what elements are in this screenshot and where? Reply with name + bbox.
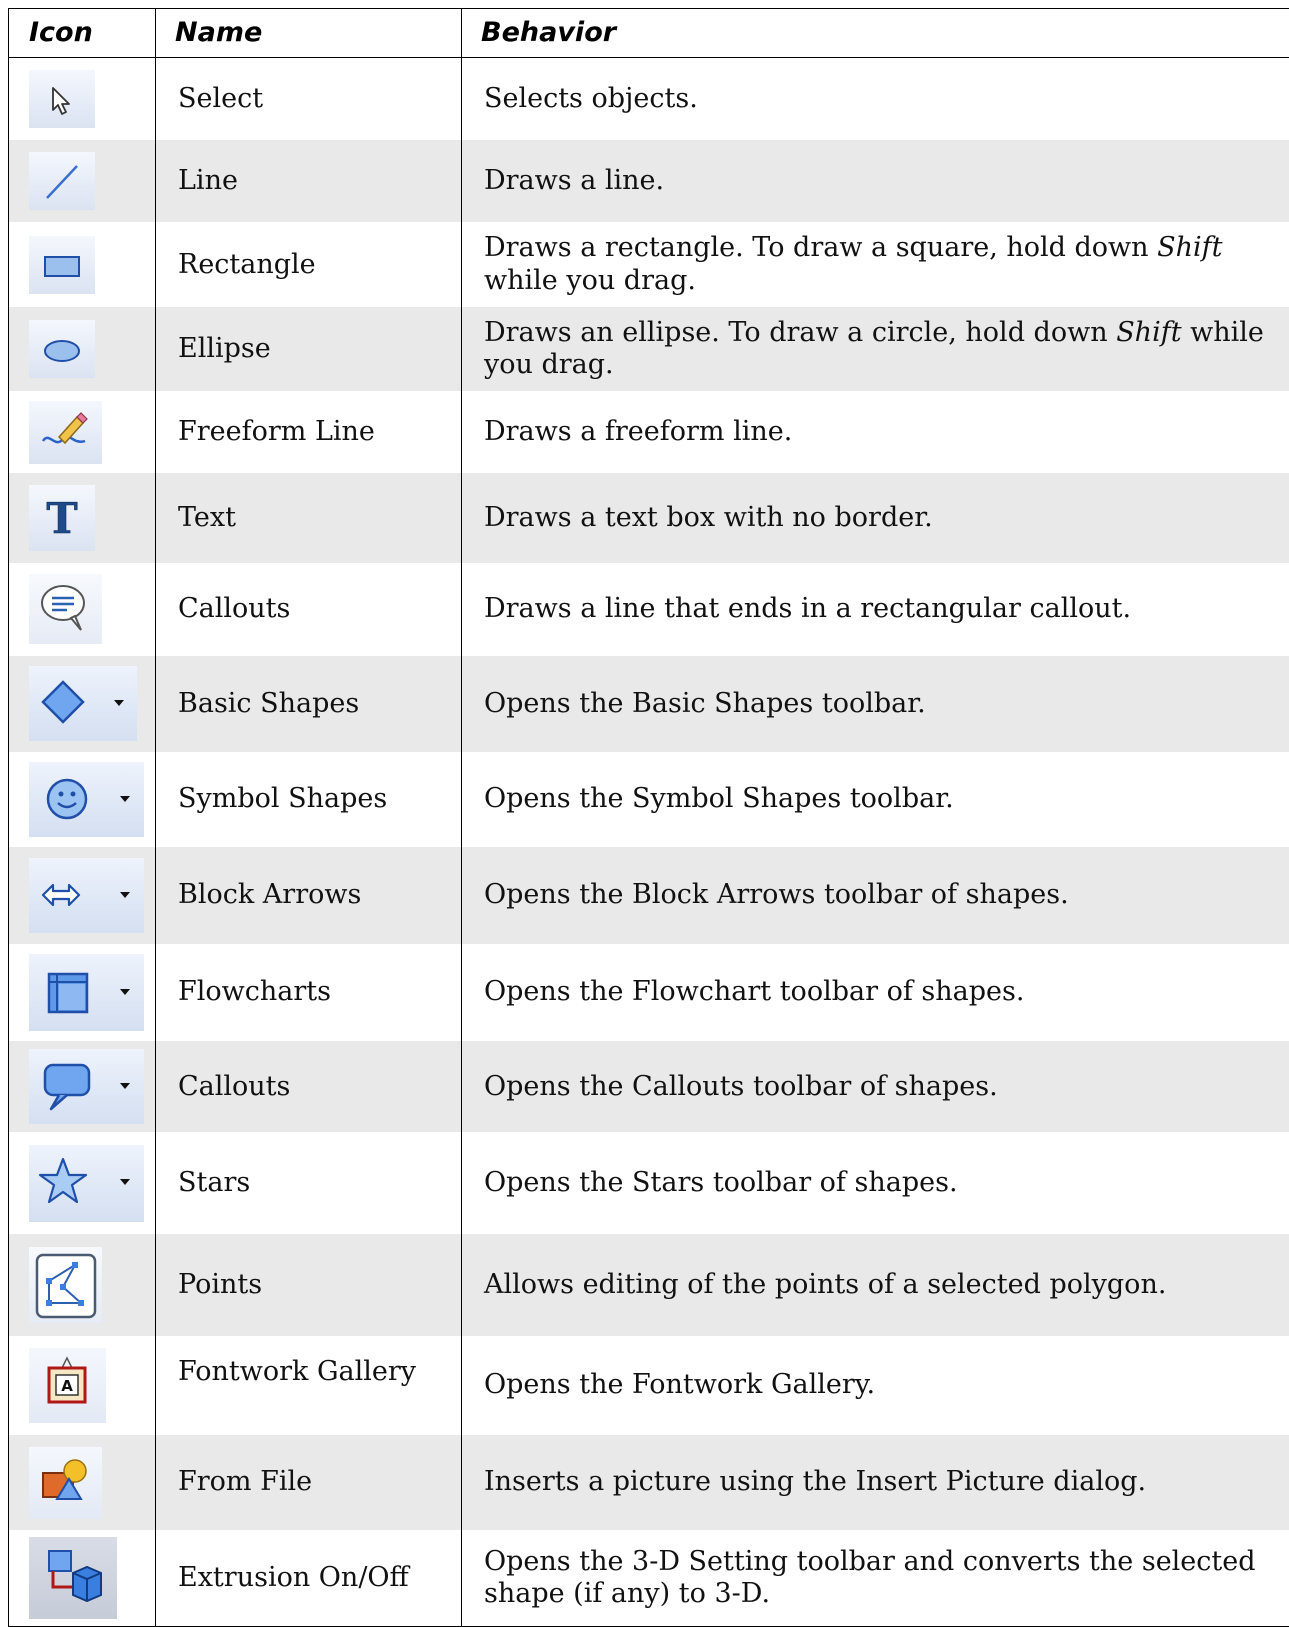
row-behavior: Draws an ellipse. To draw a circle, hold… xyxy=(461,307,1289,392)
row-name: From File xyxy=(155,1435,462,1530)
row-behavior: Inserts a picture using the Insert Pictu… xyxy=(461,1435,1289,1530)
row-name: Symbol Shapes xyxy=(155,751,462,847)
header-behavior: Behavior xyxy=(461,8,1289,58)
row-behavior: Opens the Basic Shapes toolbar. xyxy=(461,656,1289,752)
table-row: Select Selects objects. xyxy=(8,57,1289,141)
table-row: Extrusion On/Off Opens the 3-D Setting t… xyxy=(8,1529,1289,1627)
table-row: Freeform Line Draws a freeform line. xyxy=(8,391,1289,474)
table-row: Points Allows editing of the points of a… xyxy=(8,1234,1289,1336)
row-name: Points xyxy=(155,1234,462,1336)
symbol-shapes-smiley-icon xyxy=(29,761,144,837)
row-behavior: Draws a line that ends in a rectangular … xyxy=(461,562,1289,657)
table-row: Basic Shapes Opens the Basic Shapes tool… xyxy=(8,656,1289,752)
shift-key-text: Shift xyxy=(1157,232,1223,264)
row-behavior: Selects objects. xyxy=(461,57,1289,141)
row-behavior: Opens the Stars toolbar of shapes. xyxy=(461,1132,1289,1235)
table-row: Callouts Opens the Callouts toolbar of s… xyxy=(8,1041,1289,1133)
table-row: Stars Opens the Stars toolbar of shapes. xyxy=(8,1132,1289,1235)
table-row: Flowcharts Opens the Flowchart toolbar o… xyxy=(8,943,1289,1042)
row-name: Flowcharts xyxy=(155,943,462,1042)
line-icon xyxy=(29,152,95,211)
block-arrows-icon xyxy=(29,857,144,933)
table-row: Ellipse Draws an ellipse. To draw a circ… xyxy=(8,307,1289,392)
table-row: From File Inserts a picture using the In… xyxy=(8,1435,1289,1530)
freeform-pencil-icon xyxy=(29,400,102,464)
row-name: Rectangle xyxy=(155,222,462,308)
svg-text:A: A xyxy=(61,1377,73,1395)
row-behavior: Opens the Flowchart toolbar of shapes. xyxy=(461,943,1289,1042)
row-behavior: Allows editing of the points of a select… xyxy=(461,1234,1289,1336)
row-behavior: Opens the Fontwork Gallery. xyxy=(461,1335,1289,1436)
flowcharts-icon xyxy=(29,953,144,1031)
points-polygon-icon xyxy=(29,1246,102,1323)
row-behavior: Draws a rectangle. To draw a square, hol… xyxy=(461,222,1289,308)
header-name: Name xyxy=(155,8,462,58)
header-icon: Icon xyxy=(8,8,156,58)
fontwork-gallery-icon: A xyxy=(29,1348,106,1424)
ellipse-icon xyxy=(29,320,95,379)
table-row: Callouts Draws a line that ends in a rec… xyxy=(8,562,1289,657)
row-name: Text xyxy=(155,473,462,563)
row-name: Ellipse xyxy=(155,307,462,392)
row-name: Freeform Line xyxy=(155,391,462,474)
row-behavior: Draws a freeform line. xyxy=(461,391,1289,474)
callout-bubble-icon xyxy=(29,574,102,645)
table-row: Rectangle Draws a rectangle. To draw a s… xyxy=(8,222,1289,308)
row-behavior: Opens the Block Arrows toolbar of shapes… xyxy=(461,846,1289,944)
from-file-picture-icon xyxy=(29,1446,102,1519)
select-arrow-icon xyxy=(29,70,95,129)
stars-icon xyxy=(29,1144,144,1222)
row-behavior: Opens the Callouts toolbar of shapes. xyxy=(461,1041,1289,1133)
table-row: A Fontwork Gallery Opens the Fontwork Ga… xyxy=(8,1335,1289,1436)
toolbar-icons-table: Icon Name Behavior Select Selects object… xyxy=(8,8,1289,1627)
text-t-icon: T xyxy=(29,485,95,552)
svg-text:T: T xyxy=(46,494,77,543)
row-name: Extrusion On/Off xyxy=(155,1529,462,1627)
table-row: Line Draws a line. xyxy=(8,140,1289,223)
callouts-speech-icon xyxy=(29,1049,144,1125)
row-name: Stars xyxy=(155,1132,462,1235)
shift-key-text: Shift xyxy=(1116,317,1182,348)
basic-shapes-diamond-icon xyxy=(29,666,137,742)
rectangle-icon xyxy=(29,235,95,294)
row-name: Block Arrows xyxy=(155,846,462,944)
row-name: Fontwork Gallery xyxy=(155,1335,462,1436)
row-name: Line xyxy=(155,140,462,223)
table-row: Symbol Shapes Opens the Symbol Shapes to… xyxy=(8,751,1289,847)
extrusion-3d-icon xyxy=(29,1536,117,1619)
row-behavior: Draws a text box with no border. xyxy=(461,473,1289,563)
row-name: Basic Shapes xyxy=(155,656,462,752)
row-behavior: Draws a line. xyxy=(461,140,1289,223)
row-behavior: Opens the Symbol Shapes toolbar. xyxy=(461,751,1289,847)
row-name: Callouts xyxy=(155,562,462,657)
row-name: Select xyxy=(155,57,462,141)
table-row: Block Arrows Opens the Block Arrows tool… xyxy=(8,846,1289,944)
table-header-row: Icon Name Behavior xyxy=(8,8,1289,58)
row-behavior: Opens the 3-D Setting toolbar and conver… xyxy=(461,1529,1289,1627)
row-name: Callouts xyxy=(155,1041,462,1133)
table-row: T Text Draws a text box with no border. xyxy=(8,473,1289,563)
